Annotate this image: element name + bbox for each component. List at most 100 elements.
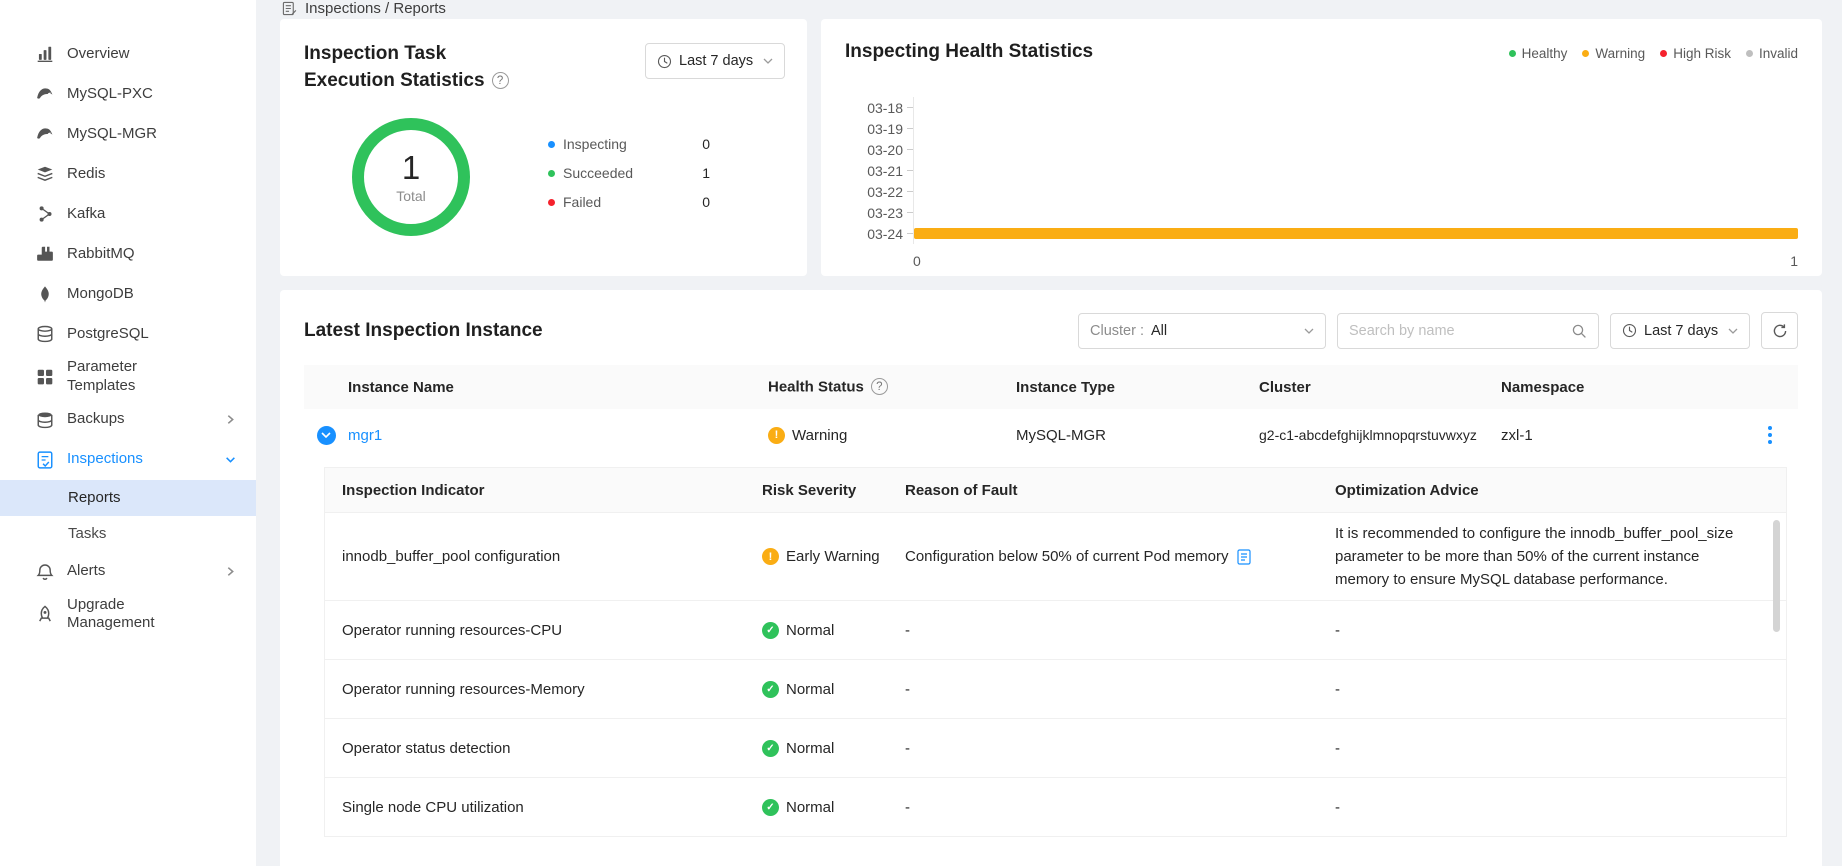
task-stats-range-select[interactable]: Last 7 days xyxy=(645,43,785,79)
clock-icon xyxy=(657,54,672,69)
chevron-down-icon xyxy=(225,454,236,465)
health-legend: Healthy Warning High Risk Invalid xyxy=(1509,46,1798,61)
advice-cell: - xyxy=(1335,619,1786,642)
help-icon[interactable] xyxy=(871,378,888,395)
sidebar-subitem-label: Tasks xyxy=(68,525,106,542)
col-namespace: Namespace xyxy=(1501,379,1742,396)
cluster-filter-select[interactable]: Cluster : All xyxy=(1078,313,1326,349)
axis-tick-label: 03-24 xyxy=(845,226,903,242)
sidebar-item-label: Alerts xyxy=(67,562,189,581)
sidebar-item-rabbitmq[interactable]: RabbitMQ xyxy=(0,234,256,274)
kafka-icon xyxy=(36,205,54,223)
sidebar-item-upgrade-management[interactable]: Upgrade Management xyxy=(0,592,256,638)
chart-category-row: 03-23 xyxy=(845,202,1798,223)
legend-dot xyxy=(1660,50,1667,57)
inspections-icon xyxy=(36,451,54,469)
sidebar-item-label: Inspections xyxy=(67,450,189,469)
search-icon[interactable] xyxy=(1571,323,1587,339)
legend-item-succeeded[interactable]: Succeeded 1 xyxy=(548,163,710,184)
reason-cell: - xyxy=(905,799,1335,816)
indicator-cell: Single node CPU utilization xyxy=(325,799,762,816)
sidebar-item-alerts[interactable]: Alerts xyxy=(0,552,256,592)
detail-table-header: Inspection Indicator Risk Severity Reaso… xyxy=(325,468,1786,512)
report-doc-icon[interactable] xyxy=(1237,549,1251,565)
collapse-row-button[interactable] xyxy=(317,426,336,445)
health-x-axis: 0 1 xyxy=(913,253,1798,269)
advice-cell: - xyxy=(1335,796,1786,819)
legend-item-high-risk[interactable]: High Risk xyxy=(1660,46,1731,61)
main-area: Inspections / Reports Inspection Task Ex… xyxy=(256,0,1842,866)
col-instance-type: Instance Type xyxy=(1016,379,1259,396)
task-donut-chart: 1 Total xyxy=(352,118,470,236)
caret-down-icon xyxy=(763,58,773,64)
sidebar-item-overview[interactable]: Overview xyxy=(0,34,256,74)
legend-item-failed[interactable]: Failed 0 xyxy=(548,192,710,213)
redis-icon xyxy=(36,165,54,183)
axis-tick-label: 03-21 xyxy=(845,163,903,179)
x-tick-max: 1 xyxy=(1790,253,1798,269)
breadcrumb[interactable]: Inspections / Reports xyxy=(256,0,1842,17)
latest-inspection-card: Latest Inspection Instance Cluster : All xyxy=(280,290,1822,866)
help-icon[interactable] xyxy=(492,72,509,89)
severity-cell: Normal xyxy=(762,799,905,816)
caret-down-icon xyxy=(1304,328,1314,334)
detail-scrollbar-thumb[interactable] xyxy=(1773,520,1780,632)
instance-table-row[interactable]: mgr1 Warning MySQL-MGR g2-c1-abcdefghijk… xyxy=(304,409,1798,461)
row-actions-menu[interactable] xyxy=(1764,422,1776,448)
search-input[interactable] xyxy=(1349,323,1571,339)
severity-icon xyxy=(762,622,779,639)
rabbitmq-icon xyxy=(36,245,54,263)
sidebar-item-postgresql[interactable]: PostgreSQL xyxy=(0,314,256,354)
sidebar-subitem-reports[interactable]: Reports xyxy=(0,480,256,516)
instance-range-select[interactable]: Last 7 days xyxy=(1610,313,1750,349)
legend-item-invalid[interactable]: Invalid xyxy=(1746,46,1798,61)
donut-total-value: 1 xyxy=(402,150,420,186)
sidebar-item-backups[interactable]: Backups xyxy=(0,400,256,440)
task-execution-stats-card: Inspection Task Execution Statistics Las… xyxy=(280,19,807,276)
severity-label: Normal xyxy=(786,681,834,698)
cluster-filter-value: All xyxy=(1151,323,1167,339)
range-value: Last 7 days xyxy=(1644,323,1718,339)
col-reason-of-fault: Reason of Fault xyxy=(905,482,1335,499)
severity-icon xyxy=(762,740,779,757)
severity-cell: Normal xyxy=(762,740,905,757)
sidebar-item-inspections[interactable]: Inspections xyxy=(0,440,256,480)
sidebar-item-label: Redis xyxy=(67,165,189,184)
breadcrumb-path: Inspections / Reports xyxy=(305,0,446,17)
sidebar-item-mysql-pxc[interactable]: MySQL-PXC xyxy=(0,74,256,114)
sidebar-item-redis[interactable]: Redis xyxy=(0,154,256,194)
sidebar-item-label: Parameter Templates xyxy=(67,358,189,396)
sidebar-item-mysql-mgr[interactable]: MySQL-MGR xyxy=(0,114,256,154)
severity-label: Normal xyxy=(786,799,834,816)
breadcrumb-doc-icon xyxy=(282,1,297,16)
legend-dot xyxy=(1509,50,1516,57)
sidebar-subitem-tasks[interactable]: Tasks xyxy=(0,516,256,552)
backups-icon xyxy=(36,411,54,429)
namespace-cell: zxl-1 xyxy=(1501,427,1742,444)
chevron-right-icon xyxy=(225,414,236,425)
health-stats-card: Inspecting Health Statistics Healthy War… xyxy=(821,19,1822,276)
warning-icon xyxy=(768,427,785,444)
sidebar-item-parameter-templates[interactable]: Parameter Templates xyxy=(0,354,256,400)
axis-tick-label: 03-19 xyxy=(845,121,903,137)
legend-dot xyxy=(548,170,555,177)
chevron-right-icon xyxy=(225,566,236,577)
reason-cell: - xyxy=(905,622,1335,639)
severity-label: Early Warning xyxy=(786,548,880,565)
indicator-cell: innodb_buffer_pool configuration xyxy=(325,548,762,565)
legend-item-warning[interactable]: Warning xyxy=(1582,46,1645,61)
legend-item-healthy[interactable]: Healthy xyxy=(1509,46,1568,61)
inspection-detail-row: Operator status detection Normal - - xyxy=(325,718,1786,777)
refresh-button[interactable] xyxy=(1761,312,1798,349)
instance-table-header: Instance Name Health Status Instance Typ… xyxy=(304,365,1798,409)
severity-icon xyxy=(762,548,779,565)
chart-category-row: 03-21 xyxy=(845,160,1798,181)
instance-name-link[interactable]: mgr1 xyxy=(348,427,382,444)
parameter-templates-icon xyxy=(36,368,54,386)
sidebar-item-kafka[interactable]: Kafka xyxy=(0,194,256,234)
legend-item-inspecting[interactable]: Inspecting 0 xyxy=(548,134,710,155)
sidebar-item-mongodb[interactable]: MongoDB xyxy=(0,274,256,314)
instance-type-cell: MySQL-MGR xyxy=(1016,427,1259,444)
sidebar-subitem-label: Reports xyxy=(68,489,121,506)
chart-plot-row xyxy=(913,202,1798,223)
